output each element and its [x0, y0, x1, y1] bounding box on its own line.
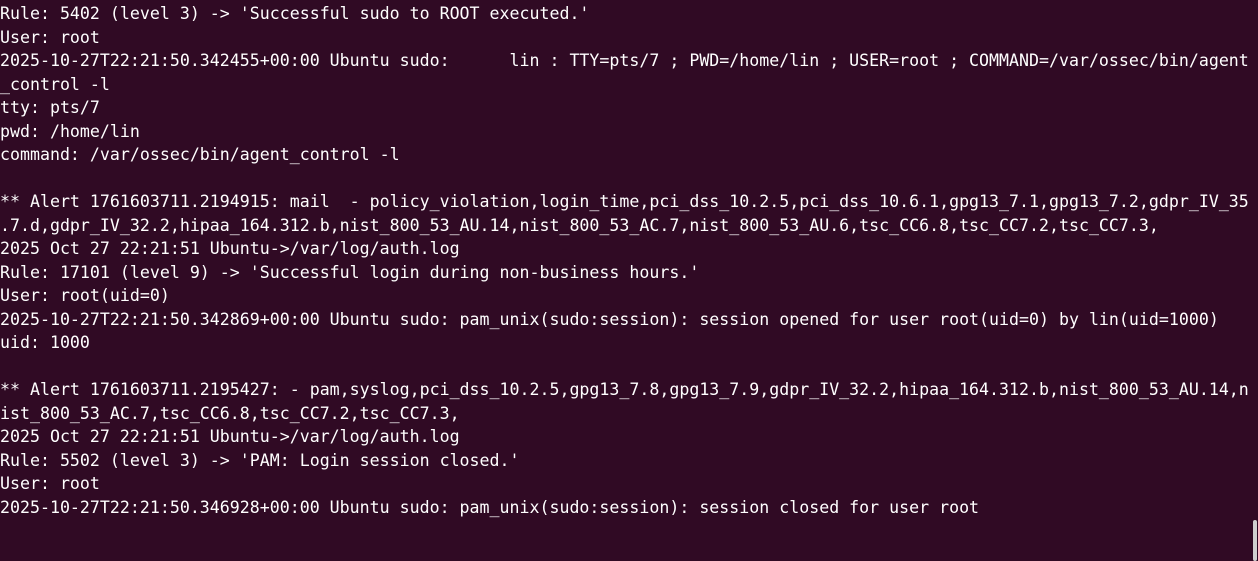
terminal-line: .7.d,gdpr_IV_32.2,hipaa_164.312.b,nist_8… — [0, 215, 1159, 235]
terminal-line: 2025-10-27T22:21:50.346928+00:00 Ubuntu … — [0, 497, 980, 517]
terminal-line: 2025-10-27T22:21:50.342869+00:00 Ubuntu … — [0, 309, 1219, 329]
terminal-line: Rule: 5502 (level 3) -> 'PAM: Login sess… — [0, 450, 520, 470]
terminal-line: pwd: /home/lin — [0, 121, 140, 141]
terminal-line: Rule: 5402 (level 3) -> 'Successful sudo… — [0, 4, 590, 23]
terminal-line: command: /var/ossec/bin/agent_control -l — [0, 145, 400, 164]
terminal-line: User: root(uid=0) — [0, 286, 170, 305]
terminal-line: ** Alert 1761603711.2194915: mail - poli… — [0, 192, 1249, 211]
terminal-line: _control -l — [0, 74, 110, 94]
terminal-line: 2025 Oct 27 22:21:51 Ubuntu->/var/log/au… — [0, 239, 460, 258]
terminal-output[interactable]: Rule: 5402 (level 3) -> 'Successful sudo… — [0, 0, 1250, 561]
scrollbar-thumb[interactable] — [1253, 520, 1257, 561]
terminal-line: User: root — [0, 27, 100, 47]
terminal-line: ** Alert 1761603711.2195427: - pam,syslo… — [0, 380, 1249, 399]
terminal-line: 2025-10-27T22:21:50.342455+00:00 Ubuntu … — [0, 51, 1249, 70]
terminal-line: User: root — [0, 474, 100, 493]
terminal-line: tty: pts/7 — [0, 98, 100, 117]
terminal-scrollbar[interactable] — [1252, 0, 1258, 561]
terminal-lines: Rule: 5402 (level 3) -> 'Successful sudo… — [0, 2, 1250, 519]
terminal-line: ist_800_53_AC.7,tsc_CC6.8,tsc_CC7.2,tsc_… — [0, 403, 460, 423]
terminal-line: 2025 Oct 27 22:21:51 Ubuntu->/var/log/au… — [0, 427, 460, 446]
terminal-line: Rule: 17101 (level 9) -> 'Successful log… — [0, 262, 700, 282]
terminal-line: uid: 1000 — [0, 333, 90, 352]
